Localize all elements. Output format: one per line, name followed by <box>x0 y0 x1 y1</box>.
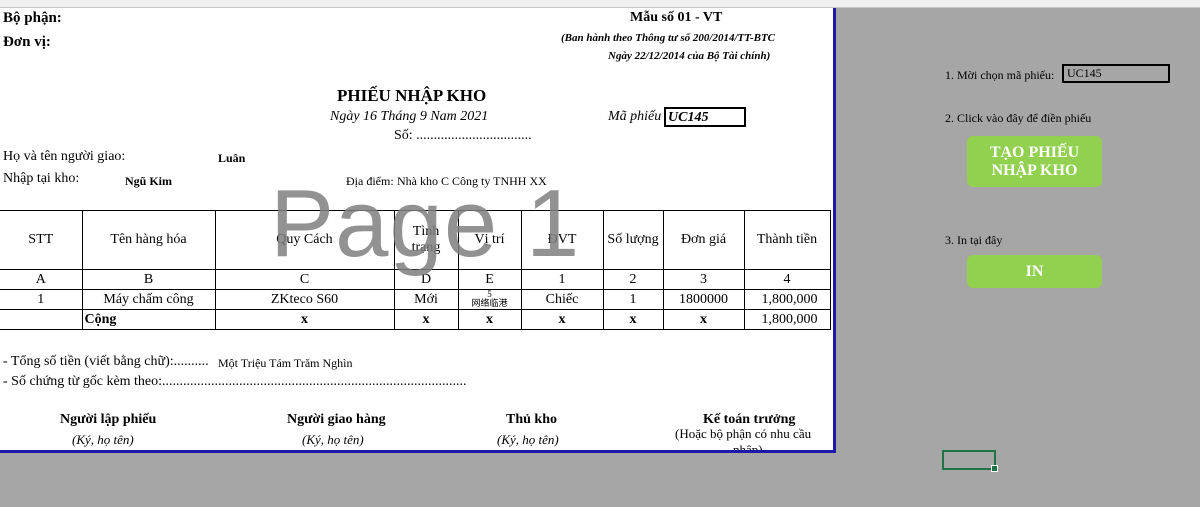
bo-phan-label: Bộ phận: <box>3 10 62 26</box>
sign-nguoi-giao-hang-sub: (Ký, họ tên) <box>302 432 364 447</box>
total-x: x <box>662 309 745 330</box>
row-vi-tri-glyph: 网络临港 <box>471 298 508 308</box>
print-button[interactable]: IN <box>967 255 1102 288</box>
total-label: Cộng <box>81 309 216 330</box>
create-receipt-line1: TẠO PHIẾU <box>989 143 1080 161</box>
don-vi-label: Đơn vị: <box>3 34 51 50</box>
row-vi-tri: 5 网络临港 <box>457 289 522 310</box>
row-so-luong: 1 <box>602 289 664 310</box>
row-ten-hang-hoa: Máy chấm công <box>81 289 216 310</box>
create-receipt-button[interactable]: TẠO PHIẾU NHẬP KHO <box>967 136 1102 187</box>
total-stt <box>0 309 83 330</box>
selected-cell[interactable] <box>942 450 998 472</box>
code-cell: 2 <box>602 269 664 290</box>
create-receipt-line2: NHẬP KHO <box>991 161 1078 179</box>
ban-hanh-line1: (Ban hành theo Thông tư số 200/2014/TT-B… <box>561 32 776 44</box>
row-quy-cach: ZKteco S60 <box>214 289 395 310</box>
chung-tu-line: - Số chứng từ gốc kèm theo:.............… <box>3 374 467 389</box>
nguoi-giao-label: Họ và tên người giao: <box>3 149 126 164</box>
tong-tien-value: Một Triệu Tám Trăm Nghìn <box>218 356 353 370</box>
code-cell: B <box>81 269 216 290</box>
header-so-luong: Số lượng <box>602 210 664 270</box>
table-row: 1 Máy chấm công ZKteco S60 Mới 5 网络临港 Ch… <box>0 289 831 310</box>
total-x: x <box>393 309 459 330</box>
nguoi-giao-value: Luân <box>218 151 246 165</box>
ban-hanh-line2: Ngày 22/12/2014 của Bộ Tài chính) <box>608 50 771 62</box>
nhap-tai-kho-value: Ngũ Kim <box>125 174 173 188</box>
sign-nguoi-giao-hang: Người giao hàng <box>287 412 386 427</box>
row-dvt: Chiếc <box>520 289 604 310</box>
header-don-gia: Đơn giá <box>662 210 745 270</box>
sign-ke-toan-truong-sub: (Hoặc bộ phận có nhu cầu <box>675 426 812 441</box>
so-line: Số: ................................. <box>394 128 532 143</box>
row-thanh-tien: 1,800,000 <box>743 289 831 310</box>
step1-label: 1. Mời chọn mã phiếu: <box>945 68 1055 82</box>
row-don-gia: 1800000 <box>662 289 745 310</box>
sign-ke-toan-truong-sub2: nhập) <box>733 442 763 453</box>
step2-label: 2. Click vào đây để điền phiếu <box>945 111 1092 125</box>
total-x: x <box>602 309 664 330</box>
total-x: x <box>214 309 395 330</box>
form-title: PHIẾU NHẬP KHO <box>337 86 487 105</box>
total-thanh-tien: 1,800,000 <box>743 309 831 330</box>
page-watermark: Page 1 <box>270 170 581 277</box>
print-page: Bộ phận: Đơn vị: Mẫu số 01 - VT (Ban hàn… <box>0 8 836 453</box>
total-x: x <box>457 309 522 330</box>
mau-so: Mẫu số 01 - VT <box>630 10 723 25</box>
header-stt: STT <box>0 210 83 270</box>
tong-tien-label: - Tổng số tiền (viết bằng chữ):.........… <box>3 354 209 369</box>
header-thanh-tien: Thành tiền <box>743 210 831 270</box>
row-stt: 1 <box>0 289 83 310</box>
code-cell: 4 <box>743 269 831 290</box>
sign-nguoi-lap-phieu-sub: (Ký, họ tên) <box>72 432 134 447</box>
window-top-strip <box>0 0 1200 8</box>
form-date: Ngày 16 Tháng 9 Nam 2021 <box>330 109 489 124</box>
ma-phieu-label: Mã phiếu <box>608 109 662 124</box>
sign-thu-kho-sub: (Ký, họ tên) <box>497 432 559 447</box>
total-x: x <box>520 309 604 330</box>
nhap-tai-kho-label: Nhập tại kho: <box>3 171 80 186</box>
sign-thu-kho: Thủ kho <box>506 412 557 427</box>
create-receipt-button-label: TẠO PHIẾU NHẬP KHO <box>990 144 1079 180</box>
row-tinh-trang: Mới <box>393 289 459 310</box>
code-cell: A <box>0 269 83 290</box>
ma-phieu-select[interactable]: UC145 <box>1062 64 1170 83</box>
code-cell: 3 <box>662 269 745 290</box>
sign-nguoi-lap-phieu: Người lập phiếu <box>60 412 157 427</box>
ma-phieu-value: UC145 <box>664 107 746 127</box>
step3-label: 3. In tại đây <box>945 233 1003 247</box>
header-ten-hang-hoa: Tên hàng hóa <box>81 210 216 270</box>
table-total-row: Cộng x x x x x x 1,800,000 <box>0 309 831 330</box>
